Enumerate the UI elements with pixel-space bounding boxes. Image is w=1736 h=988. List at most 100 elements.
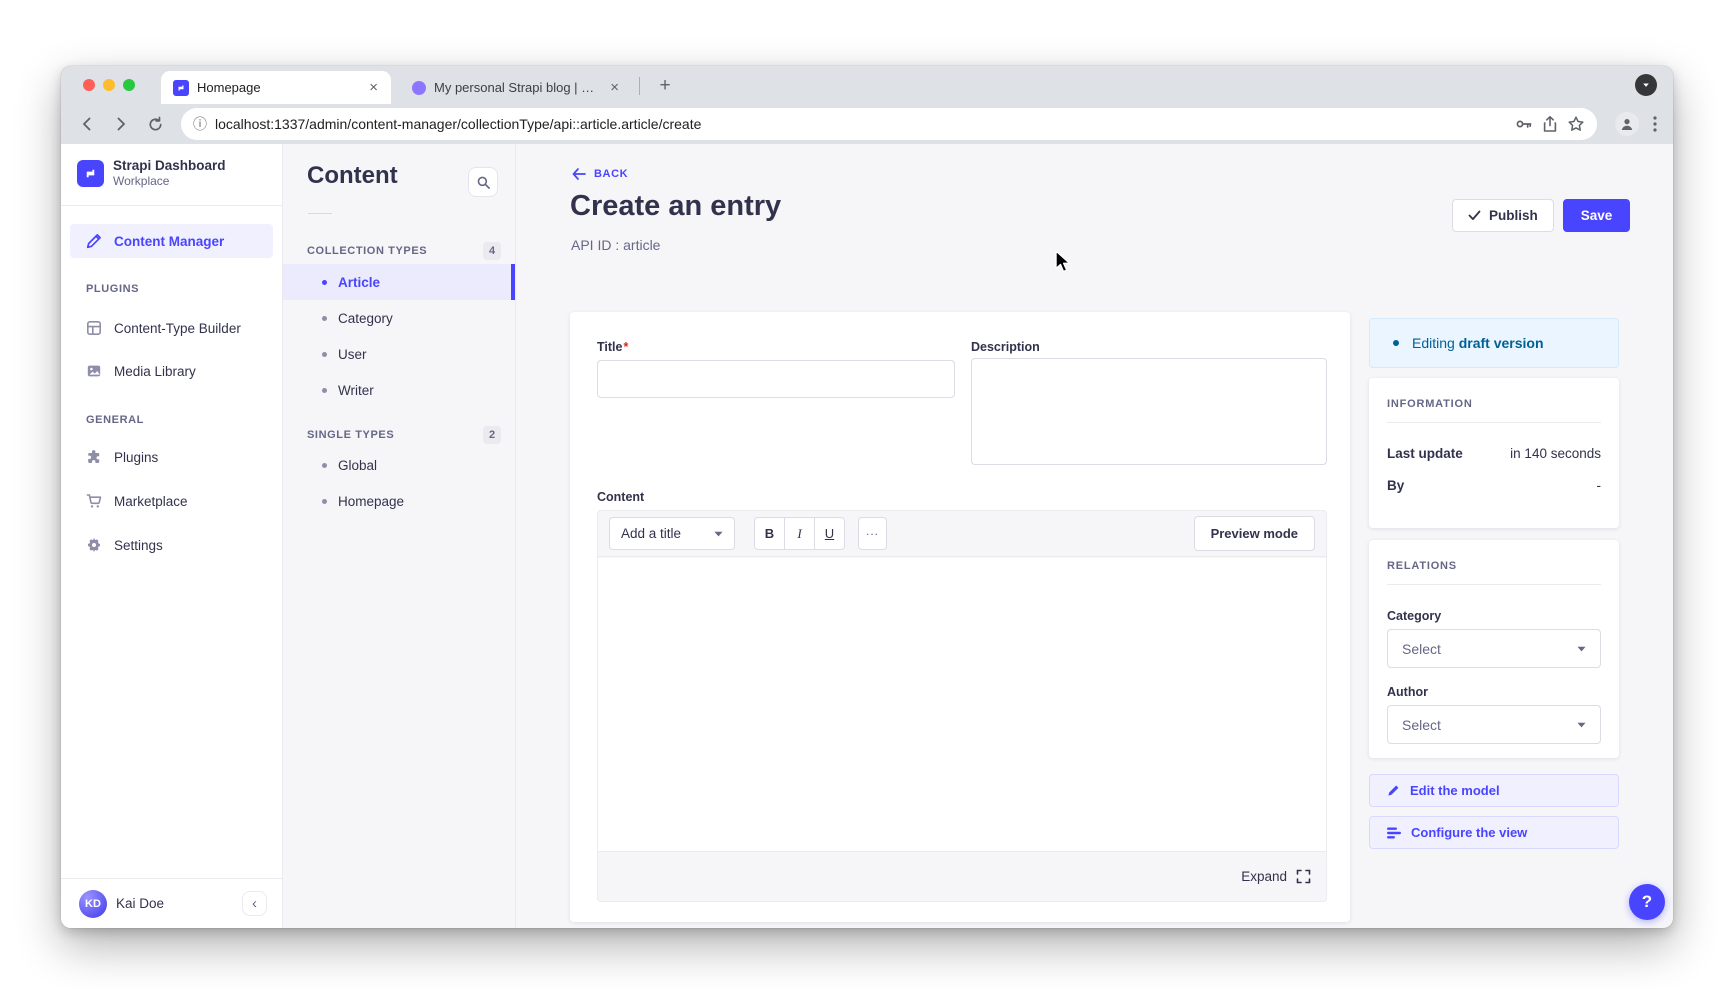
card-divider (1387, 584, 1601, 585)
sidebar-item-content-manager[interactable]: Content Manager (70, 224, 273, 258)
sidebar-item-media-library[interactable]: Media Library (70, 354, 273, 388)
sidebar-item-settings[interactable]: Settings (70, 528, 273, 562)
search-icon (476, 175, 491, 190)
publish-button[interactable]: Publish (1452, 199, 1554, 232)
active-indicator (511, 264, 515, 300)
browser-toolbar: ⓘ localhost:1337/admin/content-manager/c… (61, 104, 1673, 144)
tab-strapi-blog[interactable]: My personal Strapi blog | Strap × (400, 71, 632, 104)
italic-button[interactable]: I (784, 517, 815, 550)
content-field-label: Content (597, 490, 644, 504)
cart-icon (86, 493, 102, 509)
browser-menu-icon[interactable] (1653, 116, 1657, 132)
tab-title: Homepage (197, 80, 358, 95)
save-button[interactable]: Save (1563, 199, 1631, 232)
by-value: - (1597, 478, 1602, 493)
tab-separator (639, 77, 640, 95)
back-link[interactable]: BACK (572, 168, 628, 180)
tab-homepage[interactable]: Homepage × (161, 71, 391, 104)
zoom-window-button[interactable] (123, 79, 135, 91)
sidebar-item-plugins[interactable]: Plugins (70, 440, 273, 474)
sidebar-divider (61, 205, 282, 206)
new-tab-button[interactable]: + (651, 72, 679, 100)
bullet-icon (322, 463, 327, 468)
subnav-item-label: Writer (338, 383, 374, 398)
help-button[interactable]: ? (1629, 884, 1665, 920)
preview-mode-button[interactable]: Preview mode (1194, 516, 1315, 551)
subnav-item-category[interactable]: Category (283, 300, 515, 336)
subnav-item-label: Category (338, 311, 393, 326)
subnav-item-label: User (338, 347, 367, 362)
minimize-window-button[interactable] (103, 79, 115, 91)
tab-title: My personal Strapi blog | Strap (434, 80, 599, 95)
avatar[interactable]: KD (79, 890, 107, 918)
user-row: KD Kai Doe ‹ (61, 878, 282, 928)
bullet-icon (322, 388, 327, 393)
downloads-button[interactable] (1635, 74, 1657, 96)
heading-select[interactable]: Add a title (609, 517, 735, 550)
search-button[interactable] (468, 167, 498, 197)
collection-types-count-badge: 4 (483, 242, 501, 260)
tab-close-icon[interactable]: × (366, 79, 381, 96)
sidebar-item-content-type-builder[interactable]: Content-Type Builder (70, 311, 273, 345)
author-select[interactable]: Select (1387, 705, 1601, 744)
browser-profile-avatar[interactable] (1615, 112, 1639, 136)
check-icon (1468, 210, 1481, 221)
gear-icon (86, 537, 102, 553)
underline-button[interactable]: U (814, 517, 845, 550)
expand-label[interactable]: Expand (1241, 869, 1287, 884)
reload-icon[interactable] (141, 110, 169, 138)
more-formats-button[interactable]: ... (858, 517, 887, 550)
forward-nav-icon[interactable] (107, 110, 135, 138)
subnav-divider (308, 213, 332, 214)
chevron-down-icon (1577, 722, 1586, 728)
card-divider (1387, 422, 1601, 423)
entry-aside: Editing draft version INFORMATION Last u… (1369, 318, 1619, 849)
site-info-icon[interactable]: ⓘ (193, 114, 207, 134)
description-field-label: Description (971, 340, 1040, 354)
layout-bars-icon (1387, 827, 1401, 839)
password-key-icon[interactable] (1515, 115, 1533, 133)
required-asterisk: * (623, 340, 628, 354)
editor-toolbar: Add a title B I U ... Prev (598, 511, 1326, 557)
subnav-item-article[interactable]: Article (283, 264, 515, 300)
configure-view-button[interactable]: Configure the view (1369, 816, 1619, 849)
heading-select-value: Add a title (621, 526, 681, 541)
main-content: BACK Create an entry API ID : article Pu… (516, 144, 1673, 928)
close-window-button[interactable] (83, 79, 95, 91)
collection-types-label: COLLECTION TYPES (307, 245, 427, 257)
edit-model-button[interactable]: Edit the model (1369, 774, 1619, 807)
expand-icon[interactable] (1296, 869, 1311, 884)
category-select[interactable]: Select (1387, 629, 1601, 668)
publish-label: Publish (1489, 208, 1538, 223)
url-text[interactable]: localhost:1337/admin/content-manager/col… (215, 116, 1507, 132)
bookmark-star-icon[interactable] (1567, 115, 1585, 133)
by-label: By (1387, 478, 1404, 493)
last-update-row: Last update in 140 seconds (1387, 446, 1601, 461)
title-input[interactable] (597, 360, 955, 398)
editor-body[interactable] (598, 558, 1326, 851)
sidebar-section-plugins: PLUGINS (86, 283, 139, 295)
description-textarea[interactable] (971, 358, 1327, 465)
subnav-item-user[interactable]: User (283, 336, 515, 372)
bullet-icon (322, 316, 327, 321)
subnav-item-homepage[interactable]: Homepage (283, 483, 515, 519)
workspace-brand[interactable]: Strapi Dashboard Workplace (77, 158, 226, 190)
url-bar[interactable]: ⓘ localhost:1337/admin/content-manager/c… (181, 108, 1597, 140)
puzzle-icon (86, 449, 102, 465)
save-label: Save (1581, 208, 1613, 223)
back-label: BACK (594, 168, 628, 180)
chevron-down-icon (714, 531, 723, 537)
bold-button[interactable]: B (754, 517, 785, 550)
share-icon[interactable] (1541, 115, 1559, 133)
strapi-app: Strapi Dashboard Workplace Content Manag… (61, 144, 1673, 928)
strapi-logo-icon (77, 160, 104, 187)
collapse-sidebar-button[interactable]: ‹ (242, 891, 267, 916)
tab-close-icon[interactable]: × (607, 79, 622, 96)
layout-grid-icon (86, 320, 102, 336)
subnav-item-global[interactable]: Global (283, 447, 515, 483)
sidebar-item-marketplace[interactable]: Marketplace (70, 484, 273, 518)
back-nav-icon[interactable] (73, 110, 101, 138)
sidebar-item-label: Media Library (114, 364, 196, 379)
bullet-icon (322, 280, 327, 285)
subnav-item-writer[interactable]: Writer (283, 372, 515, 408)
